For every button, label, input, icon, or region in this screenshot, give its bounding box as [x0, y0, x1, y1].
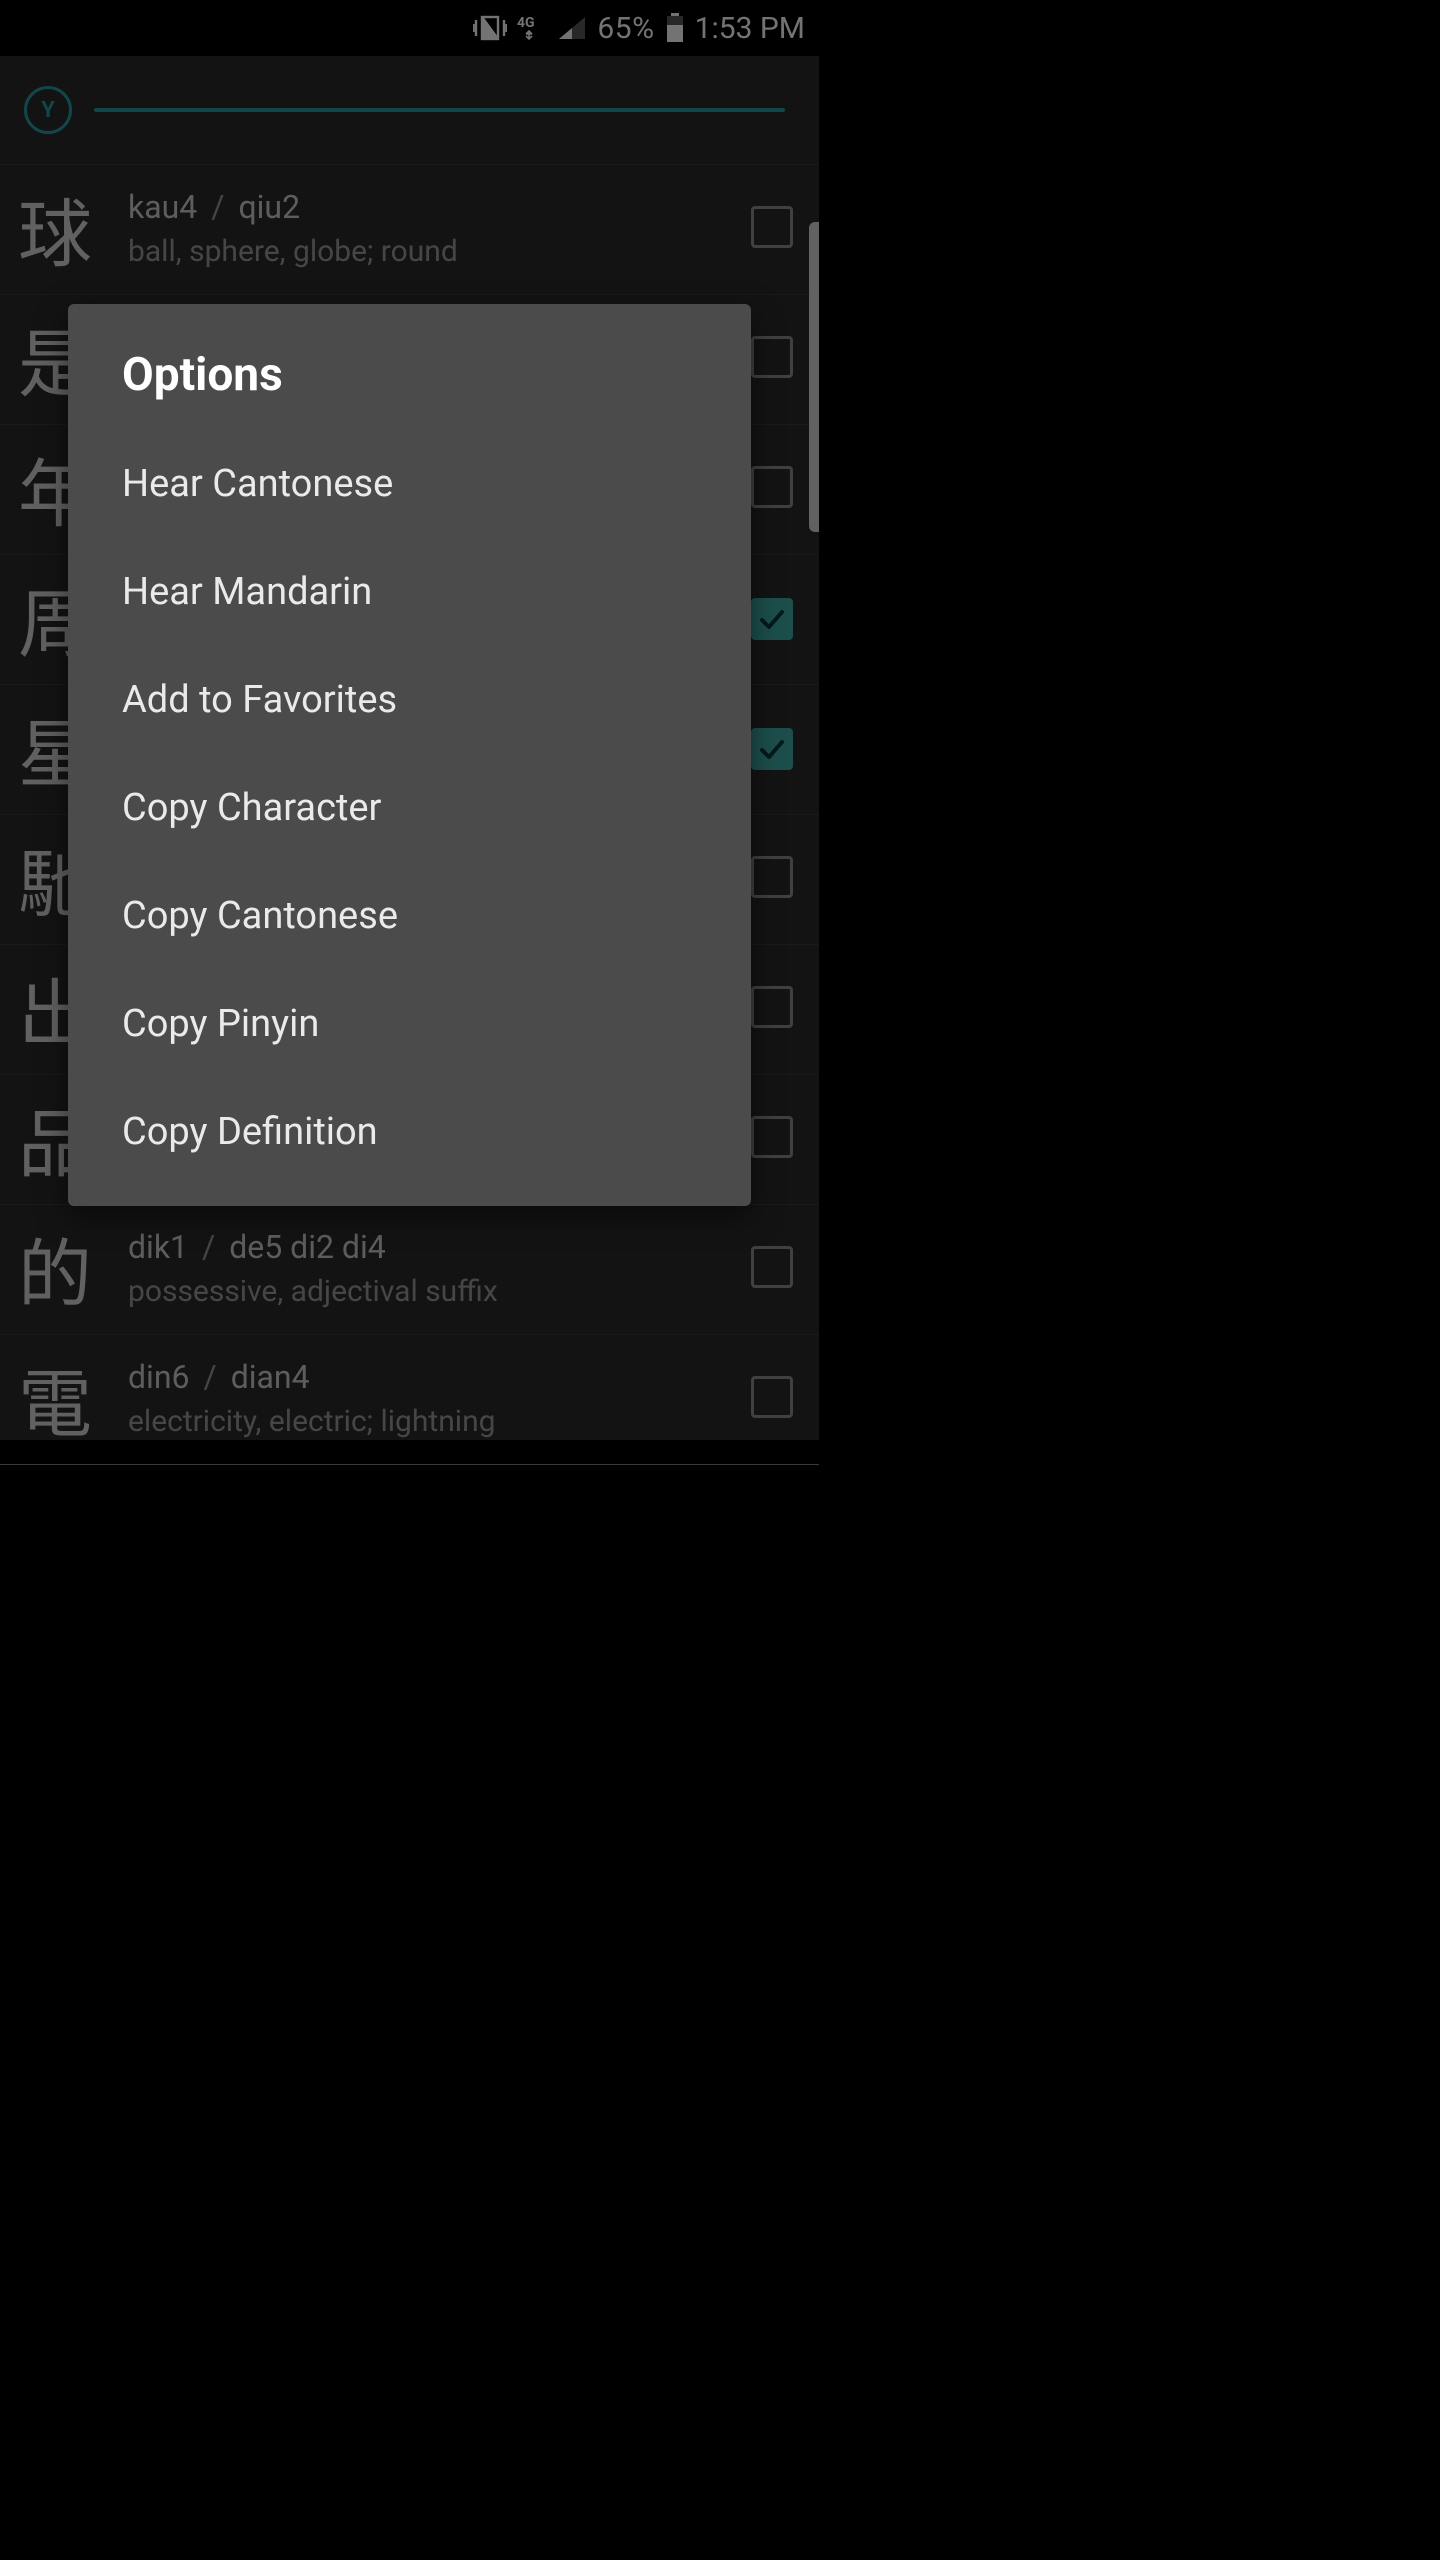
dialog-option[interactable]: Copy Pinyin	[68, 970, 751, 1078]
screen: 4G 65% 1:53 PM Y	[0, 0, 819, 1440]
dialog-option[interactable]: Copy Character	[68, 754, 751, 862]
dialog-option[interactable]: Copy Definition	[68, 1078, 751, 1186]
dialog-option[interactable]: Hear Mandarin	[68, 538, 751, 646]
dialog-option[interactable]: Copy Cantonese	[68, 862, 751, 970]
dialog-title: Options	[68, 304, 751, 430]
options-dialog: Options Hear CantoneseHear MandarinAdd t…	[68, 304, 751, 1206]
dialog-option[interactable]: Add to Favorites	[68, 646, 751, 754]
dialog-option[interactable]: Hear Cantonese	[68, 430, 751, 538]
